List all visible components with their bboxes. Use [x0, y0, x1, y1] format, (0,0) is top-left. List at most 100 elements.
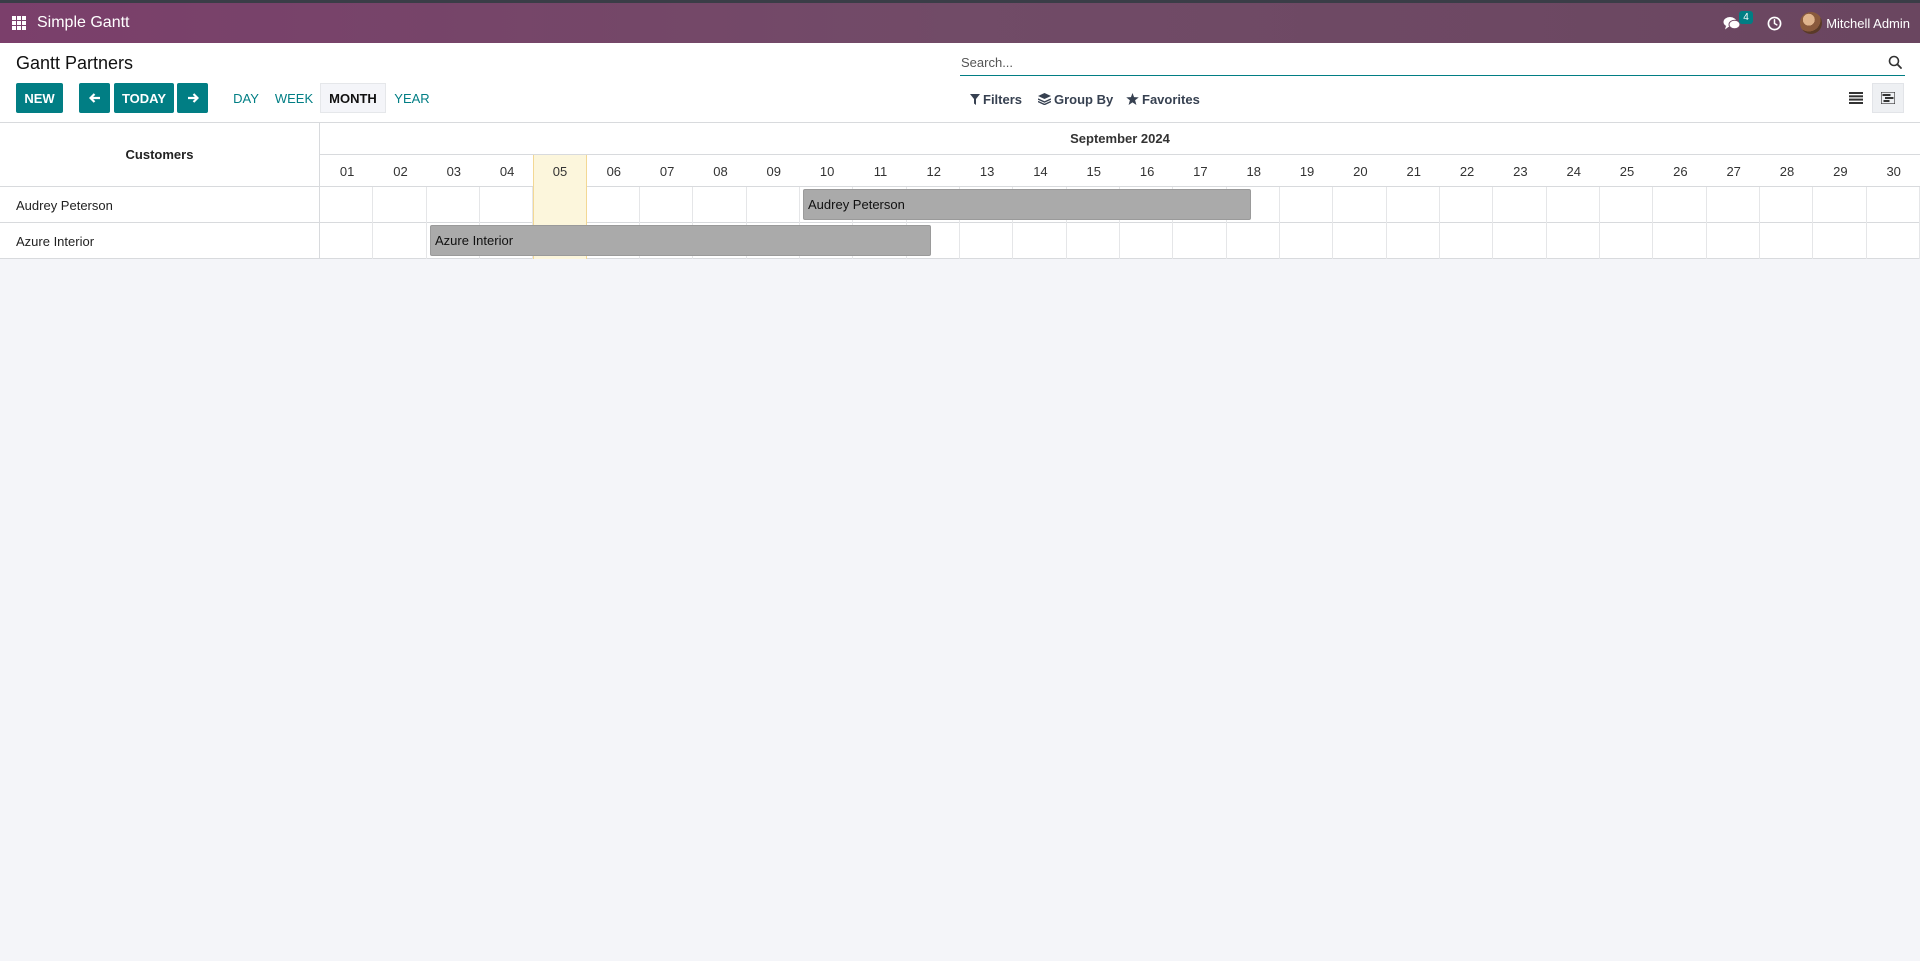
day-header-17: 17 — [1193, 163, 1208, 179]
day-header-09: 09 — [766, 163, 782, 179]
scale-week-button[interactable]: WEEK — [270, 83, 318, 113]
search-bar — [960, 49, 1905, 76]
day-cell[interactable] — [1707, 223, 1760, 259]
day-cell[interactable] — [1653, 223, 1707, 259]
app-title[interactable]: Simple Gantt — [37, 14, 129, 32]
day-header-15: 15 — [1086, 163, 1101, 179]
day-cell[interactable] — [1600, 187, 1654, 223]
today-button[interactable]: TODAY — [114, 83, 174, 113]
day-cell[interactable] — [1067, 223, 1120, 259]
star-icon — [1126, 93, 1139, 105]
day-header-28: 28 — [1779, 163, 1795, 179]
clock-icon[interactable] — [1767, 16, 1782, 31]
filters-toggle[interactable]: Filters — [970, 90, 1022, 108]
day-cell[interactable] — [533, 187, 587, 223]
day-header-30: 30 — [1886, 163, 1901, 179]
chat-button[interactable]: 4 — [1723, 11, 1753, 33]
day-cell[interactable] — [1493, 223, 1547, 259]
day-cell[interactable] — [1760, 187, 1814, 223]
favorites-label: Favorites — [1142, 91, 1200, 107]
day-header-22: 22 — [1459, 163, 1475, 179]
day-header-04: 04 — [499, 163, 515, 179]
day-cell[interactable] — [1120, 223, 1174, 259]
day-cell[interactable] — [960, 223, 1014, 259]
day-cell[interactable] — [320, 223, 374, 259]
day-header-13: 13 — [979, 163, 995, 179]
day-cell[interactable] — [1387, 187, 1440, 223]
day-cell[interactable] — [1547, 223, 1600, 259]
row-label[interactable]: Audrey Peterson — [0, 187, 320, 223]
search-input[interactable] — [960, 49, 1870, 75]
day-cell[interactable] — [1280, 223, 1334, 259]
day-cell[interactable] — [1173, 223, 1227, 259]
day-cell[interactable] — [747, 187, 800, 223]
day-cell[interactable] — [373, 223, 427, 259]
day-header-20: 20 — [1353, 163, 1368, 179]
day-cell[interactable] — [1867, 223, 1920, 259]
previous-button[interactable] — [79, 83, 110, 113]
next-button[interactable] — [177, 83, 208, 113]
scale-month-button[interactable]: MONTH — [320, 83, 386, 113]
groupby-toggle[interactable]: Group By — [1038, 90, 1113, 108]
day-header-21: 21 — [1406, 163, 1421, 179]
scale-year-button[interactable]: YEAR — [389, 83, 435, 113]
row-label[interactable]: Azure Interior — [0, 223, 320, 259]
day-cell[interactable] — [1227, 223, 1280, 259]
day-cell[interactable] — [640, 187, 694, 223]
day-cell[interactable] — [480, 187, 534, 223]
groupby-label: Group By — [1054, 91, 1114, 107]
day-cell[interactable] — [1600, 223, 1654, 259]
scale-day-button[interactable]: DAY — [227, 83, 265, 113]
new-button[interactable]: NEW — [16, 83, 63, 113]
gantt-view-button[interactable] — [1872, 83, 1904, 113]
day-cell[interactable] — [427, 187, 480, 223]
day-header-24: 24 — [1566, 163, 1581, 179]
list-view-button[interactable] — [1840, 83, 1872, 113]
day-cell[interactable] — [1547, 187, 1600, 223]
day-cell[interactable] — [1813, 187, 1867, 223]
day-header-26: 26 — [1673, 163, 1688, 179]
day-cell[interactable] — [1760, 223, 1814, 259]
gantt-pill[interactable]: Azure Interior — [430, 225, 931, 256]
arrow-left-icon — [88, 93, 100, 103]
day-cell[interactable] — [1493, 187, 1547, 223]
filter-icon — [970, 93, 980, 105]
day-header-12: 12 — [926, 163, 941, 179]
day-header-16: 16 — [1139, 163, 1155, 179]
search-icon[interactable] — [1888, 55, 1902, 69]
user-name[interactable]: Mitchell Admin — [1826, 16, 1910, 31]
day-cell[interactable] — [1813, 223, 1867, 259]
day-cell[interactable] — [373, 187, 427, 223]
day-cell[interactable] — [1653, 187, 1707, 223]
day-cell[interactable] — [1387, 223, 1440, 259]
chat-badge: 4 — [1739, 11, 1753, 24]
avatar[interactable] — [1800, 12, 1823, 34]
day-header-02: 02 — [393, 163, 408, 179]
arrow-right-icon — [187, 93, 199, 103]
day-cell[interactable] — [693, 187, 747, 223]
gantt-pill[interactable]: Audrey Peterson — [803, 189, 1251, 220]
gantt-view: Customers September 2024 01 02 03 04 05 06 07 0… — [0, 122, 1920, 259]
day-cell[interactable] — [1440, 223, 1494, 259]
layers-icon — [1038, 93, 1051, 105]
day-cell[interactable] — [1333, 223, 1387, 259]
day-cell[interactable] — [1280, 187, 1334, 223]
day-header-10: 10 — [819, 163, 835, 179]
day-cell[interactable] — [1333, 187, 1387, 223]
day-cell[interactable] — [1440, 187, 1494, 223]
apps-grid-icon[interactable] — [12, 16, 26, 30]
gantt-row: Audrey Peterson Audrey Peterson — [0, 187, 1920, 223]
day-header-06: 06 — [606, 163, 622, 179]
day-cell[interactable] — [1867, 187, 1920, 223]
day-cell[interactable] — [1707, 187, 1760, 223]
day-header-18: 18 — [1246, 163, 1261, 179]
row-header: Customers — [0, 123, 320, 187]
day-header-03: 03 — [446, 163, 462, 179]
day-cell[interactable] — [587, 187, 640, 223]
day-cell[interactable] — [320, 187, 374, 223]
favorites-toggle[interactable]: Favorites — [1126, 90, 1200, 108]
control-panel: Gantt Partners NEW TODAY DAY WEEK MONTH … — [0, 43, 1920, 122]
gantt-row: Azure Interior Azure Interior — [0, 223, 1920, 259]
day-cell[interactable] — [1013, 223, 1067, 259]
day-header-01: 01 — [339, 163, 355, 179]
